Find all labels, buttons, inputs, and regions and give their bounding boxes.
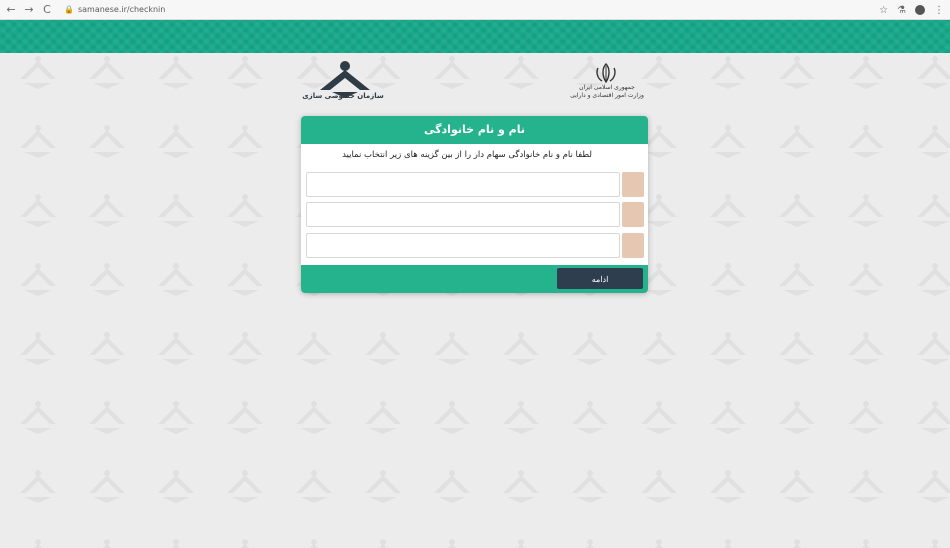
browser-actions: ☆ ⚗ ⋮ (879, 0, 944, 20)
emblem-line-2: وزارت امور اقتصادی و دارایی (570, 92, 644, 99)
continue-button[interactable]: ادامه (557, 268, 643, 289)
name-option-2[interactable] (306, 202, 644, 227)
privatization-org-name: سازمان خصوصی سازی (302, 92, 384, 100)
browser-toolbar: ← → C 🔒 samanese.ir/checknin ☆ ⚗ ⋮ (0, 0, 950, 20)
option-select-tab[interactable] (622, 202, 644, 227)
card-title: نام و نام خانوادگی (301, 116, 648, 144)
name-option-3[interactable] (306, 233, 644, 258)
name-option-1[interactable] (306, 172, 644, 197)
lock-icon: 🔒 (64, 5, 74, 14)
site-header-band (0, 20, 950, 53)
profile-avatar-icon[interactable] (915, 5, 925, 15)
address-bar[interactable]: samanese.ir/checknin (78, 5, 165, 14)
option-text-box[interactable] (306, 233, 620, 258)
card-instruction: لطفا نام و نام خانوادگی سهام دار را از ب… (342, 150, 592, 160)
option-select-tab[interactable] (622, 233, 644, 258)
menu-icon[interactable]: ⋮ (934, 5, 944, 16)
back-icon[interactable]: ← (4, 0, 18, 20)
card-footer: ادامه (301, 265, 648, 293)
shareholder-name-card: نام و نام خانوادگی لطفا نام و نام خانواد… (301, 116, 648, 293)
option-select-tab[interactable] (622, 172, 644, 197)
reload-icon[interactable]: C (40, 0, 54, 20)
option-text-box[interactable] (306, 172, 620, 197)
extension-icon[interactable]: ⚗ (897, 5, 906, 16)
option-text-box[interactable] (306, 202, 620, 227)
bookmark-star-icon[interactable]: ☆ (879, 5, 888, 16)
ministry-name: جمهوری اسلامی ایران وزارت امور اقتصادی و… (570, 84, 644, 100)
forward-icon[interactable]: → (22, 0, 36, 20)
iran-emblem-icon (596, 63, 616, 84)
emblem-line-1: جمهوری اسلامی ایران (579, 84, 635, 91)
